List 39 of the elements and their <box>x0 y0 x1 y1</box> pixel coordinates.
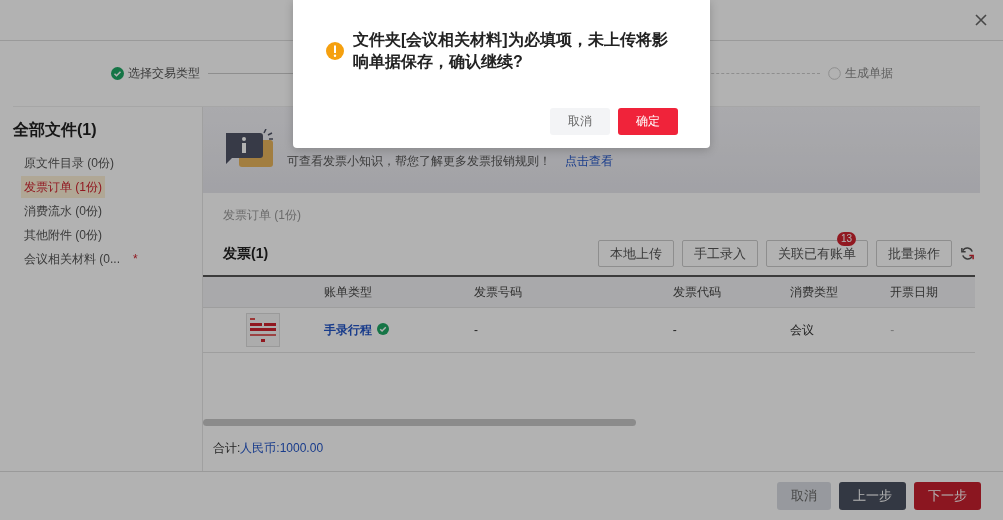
sidebar-item[interactable]: 会议相关材料 (0... <box>21 248 123 270</box>
sidebar-item[interactable]: 发票订单 (1份) <box>21 176 105 198</box>
sidebar-title: 全部文件(1) <box>13 120 98 140</box>
column-header: 账单类型 <box>323 276 474 308</box>
toolbar-button[interactable]: 本地上传 <box>598 240 674 267</box>
section-title: 发票(1) <box>223 244 270 263</box>
view-link[interactable]: 点击查看 <box>565 152 613 170</box>
column-header: 发票代码 <box>671 276 789 308</box>
close-icon[interactable] <box>975 14 987 26</box>
toolbar-button[interactable]: 手工录入 <box>682 240 758 267</box>
scrollbar[interactable] <box>203 419 636 426</box>
dialog-button[interactable]: 取消 <box>550 108 610 135</box>
footer-button[interactable]: 上一步 <box>839 482 906 510</box>
table-cell: - <box>889 307 975 353</box>
dialog-button[interactable]: 确定 <box>618 108 678 135</box>
step-label: 生成单据 <box>845 65 893 82</box>
sidebar-item[interactable]: 消费流水 (0份) <box>21 200 105 222</box>
footer-button[interactable]: 下一步 <box>914 482 981 510</box>
warning-icon <box>325 41 345 61</box>
column-header: 开票日期 <box>889 276 975 308</box>
bill-type-link[interactable]: 手录行程 <box>324 322 373 337</box>
table-cell: - <box>473 307 672 353</box>
column-header: 消费类型 <box>788 276 890 308</box>
total-value: 人民币:1000.00 <box>240 441 324 455</box>
step-label: 选择交易类型 <box>128 65 200 82</box>
table-cell: 会议 <box>788 307 890 353</box>
table-cell: - <box>671 307 789 353</box>
tip-text: 可查看发票小知识，帮您了解更多发票报销规则！ <box>287 152 551 170</box>
breadcrumb: 发票订单 (1份) <box>223 207 302 224</box>
count-badge: 13 <box>836 232 856 246</box>
refresh-icon[interactable] <box>960 246 975 261</box>
total-label: 合计: <box>213 441 241 455</box>
sidebar-item[interactable]: 原文件目录 (0份) <box>21 152 117 174</box>
column-header: 发票号码 <box>473 276 672 308</box>
dialog-message: 文件夹[会议相关材料]为必填项，未上传将影响单据保存，确认继续? <box>353 30 669 72</box>
toolbar-button[interactable]: 批量操作 <box>876 240 952 267</box>
sidebar-item[interactable]: 其他附件 (0份) <box>21 224 105 246</box>
required-mark: * <box>133 252 138 266</box>
footer-button[interactable]: 取消 <box>777 482 831 510</box>
